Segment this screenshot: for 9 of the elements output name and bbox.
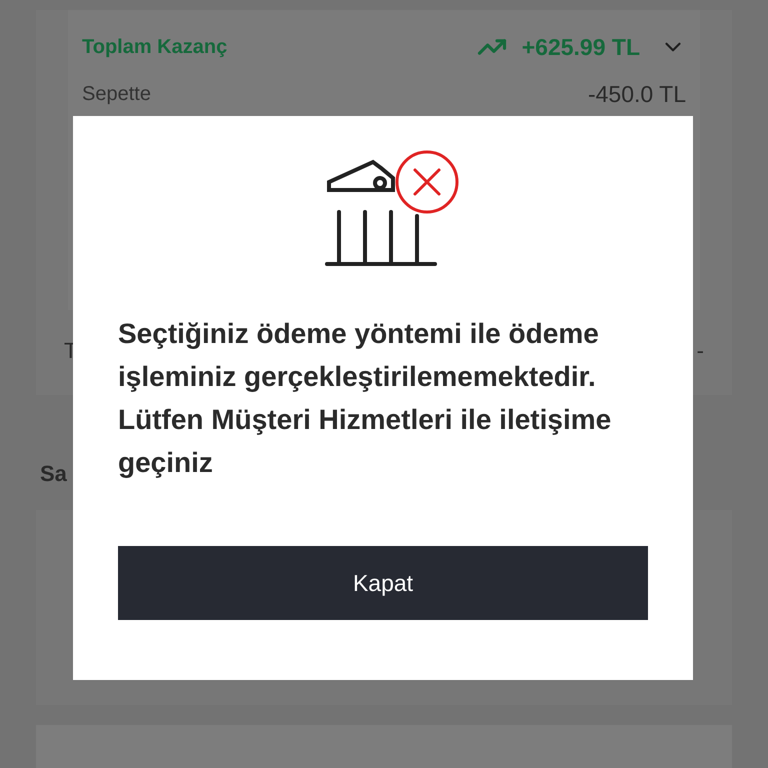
error-message: Seçtiğiniz ödeme yöntemi ile ödeme işleminiz gerçekleştirilememektedir. Lütfen Müşteri Hizmetleri ile iletişime geçiniz xyxy=(118,317,612,480)
basket-label: Sepette xyxy=(82,82,151,107)
basket-value: -450.0 TL xyxy=(588,80,686,108)
bank-error-icon xyxy=(325,150,461,268)
close-button[interactable]: Kapat xyxy=(118,546,648,620)
total-value: +625.99 TL xyxy=(522,33,640,62)
row-value: - xyxy=(696,336,704,364)
section-title: Sa xyxy=(40,461,67,486)
total-label: Toplam Kazanç xyxy=(82,35,228,60)
